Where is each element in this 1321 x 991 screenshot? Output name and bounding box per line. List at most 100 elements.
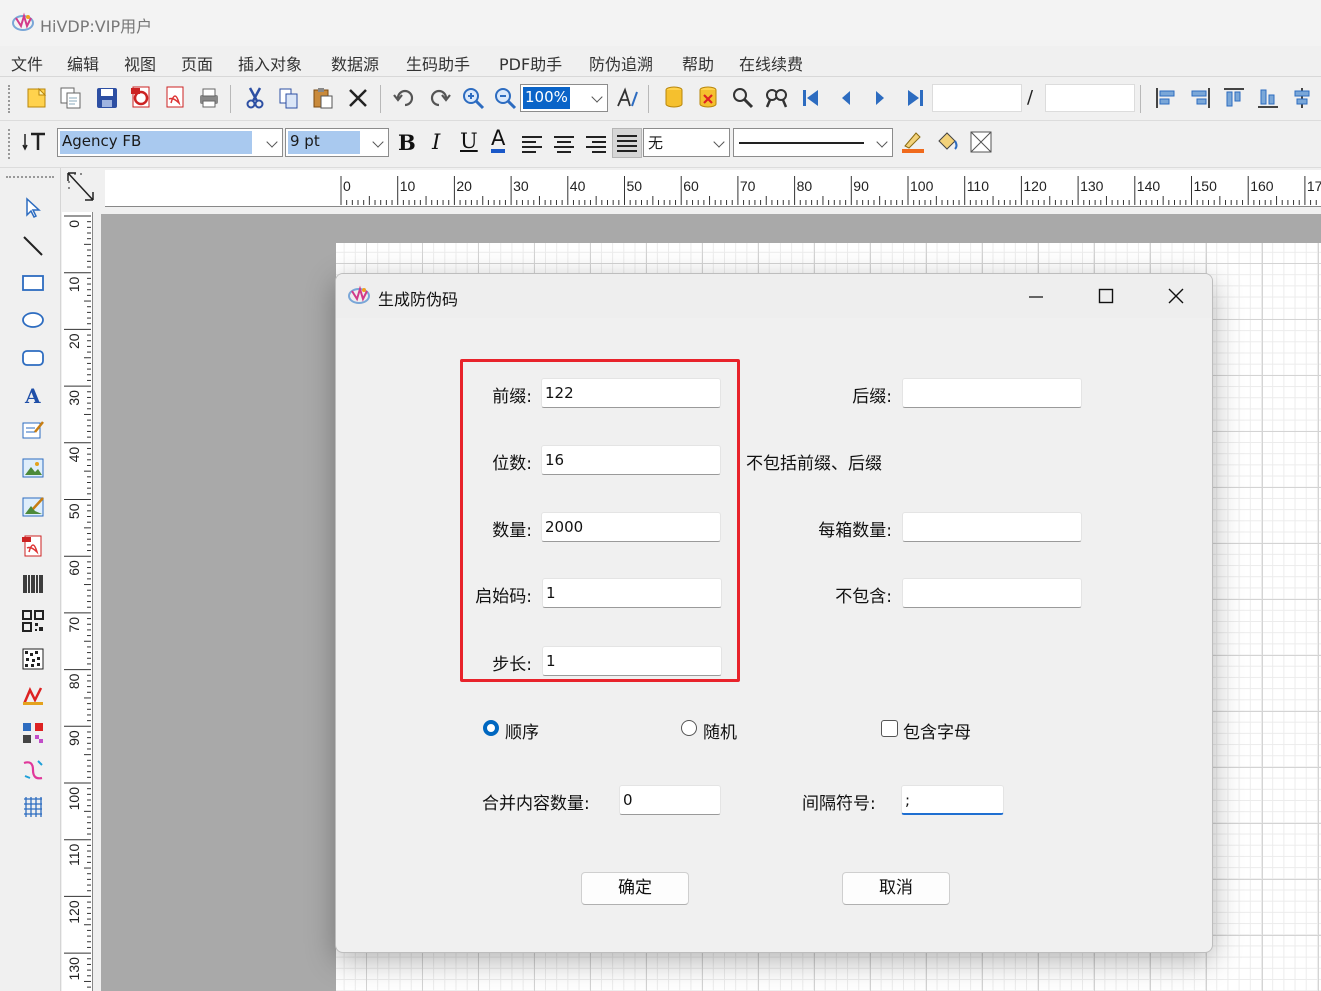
copy-page-icon[interactable] bbox=[59, 86, 83, 110]
start-code-input[interactable]: 1 bbox=[542, 578, 722, 608]
bold-button[interactable]: B bbox=[398, 130, 416, 155]
pointer-icon[interactable] bbox=[21, 196, 45, 220]
last-record-icon[interactable] bbox=[903, 86, 927, 110]
save-icon[interactable] bbox=[95, 86, 119, 110]
line-tool-icon[interactable] bbox=[21, 234, 45, 258]
line-style-select[interactable] bbox=[733, 128, 893, 157]
quantity-input[interactable]: 2000 bbox=[541, 512, 721, 542]
align-top-icon[interactable] bbox=[1222, 86, 1246, 110]
color-qr-icon[interactable] bbox=[21, 721, 45, 745]
align-text-right-icon[interactable] bbox=[584, 133, 608, 157]
merge-count-input[interactable]: 0 bbox=[619, 785, 721, 815]
cut-icon[interactable] bbox=[243, 86, 267, 110]
find-record-icon[interactable] bbox=[731, 86, 755, 110]
close-button[interactable] bbox=[1148, 274, 1204, 318]
delete-icon[interactable] bbox=[346, 86, 370, 110]
text-box-icon[interactable] bbox=[21, 418, 45, 442]
maximize-button[interactable] bbox=[1078, 274, 1134, 318]
menu-anti-counterfeit[interactable]: 防伪追溯 bbox=[589, 51, 653, 75]
zoom-out-icon[interactable] bbox=[493, 86, 517, 110]
zoom-select[interactable]: 100% bbox=[520, 84, 608, 112]
menu-pdf-helper[interactable]: PDF助手 bbox=[499, 51, 562, 75]
image-icon[interactable] bbox=[21, 456, 45, 480]
dialog-titlebar[interactable]: 生成防伪码 bbox=[336, 274, 1212, 318]
underline-button[interactable]: U bbox=[460, 129, 478, 153]
align-bottom-icon[interactable] bbox=[1256, 86, 1280, 110]
per-box-input[interactable] bbox=[902, 512, 1082, 542]
previous-record-icon[interactable] bbox=[834, 86, 858, 110]
curve-tool-icon[interactable] bbox=[21, 758, 45, 782]
no-fill-icon[interactable] bbox=[969, 130, 993, 154]
paste-icon[interactable] bbox=[311, 86, 335, 110]
align-center-icon[interactable] bbox=[1290, 86, 1314, 110]
find-all-icon[interactable] bbox=[765, 86, 789, 110]
export-pdf-icon[interactable] bbox=[129, 85, 153, 109]
exclude-input[interactable] bbox=[902, 578, 1082, 608]
step-input[interactable]: 1 bbox=[542, 646, 722, 676]
qr-code-icon[interactable] bbox=[21, 609, 45, 633]
align-text-left-icon[interactable] bbox=[520, 133, 544, 157]
menu-page[interactable]: 页面 bbox=[181, 51, 213, 75]
menu-edit[interactable]: 编辑 bbox=[67, 51, 99, 75]
menu-online-renew[interactable]: 在线续费 bbox=[739, 51, 803, 75]
align-text-center-icon[interactable] bbox=[552, 133, 576, 157]
datamatrix-icon[interactable] bbox=[21, 647, 45, 671]
font-size-select[interactable]: 9 pt bbox=[285, 128, 389, 157]
minimize-button[interactable] bbox=[1008, 274, 1064, 318]
database-delete-icon[interactable] bbox=[696, 85, 720, 109]
align-right-icon[interactable] bbox=[1188, 86, 1212, 110]
text-object-icon[interactable]: A bbox=[21, 383, 45, 407]
total-records-field[interactable] bbox=[1045, 84, 1135, 112]
fill-color-icon[interactable] bbox=[935, 129, 959, 153]
random-label[interactable]: 随机 bbox=[703, 718, 737, 743]
align-left-icon[interactable] bbox=[1154, 86, 1178, 110]
print-icon[interactable] bbox=[197, 86, 221, 110]
new-file-icon[interactable] bbox=[25, 86, 49, 110]
cancel-button[interactable]: 取消 bbox=[842, 872, 950, 905]
undo-icon[interactable] bbox=[393, 86, 417, 110]
menu-data-source[interactable]: 数据源 bbox=[331, 51, 379, 75]
current-record-field[interactable] bbox=[932, 84, 1022, 112]
menu-view[interactable]: 视图 bbox=[124, 51, 156, 75]
zoom-in-icon[interactable] bbox=[461, 86, 485, 110]
include-letters-checkbox[interactable] bbox=[881, 720, 898, 737]
chart-object-icon[interactable] bbox=[21, 684, 45, 708]
suffix-input[interactable] bbox=[902, 378, 1082, 408]
digits-input[interactable]: 16 bbox=[541, 445, 721, 475]
ellipse-tool-icon[interactable] bbox=[21, 308, 45, 332]
palette-grip[interactable] bbox=[6, 176, 54, 178]
text-tool-icon[interactable] bbox=[22, 130, 46, 154]
database-icon[interactable] bbox=[662, 85, 686, 109]
font-name-select[interactable]: Agency FB bbox=[57, 128, 283, 157]
prefix-input[interactable]: 122 bbox=[541, 378, 721, 408]
ok-button[interactable]: 确定 bbox=[581, 872, 689, 905]
include-letters-label[interactable]: 包含字母 bbox=[903, 718, 971, 743]
separator-input[interactable]: ; bbox=[901, 785, 1004, 815]
next-record-icon[interactable] bbox=[868, 86, 892, 110]
sequential-label[interactable]: 顺序 bbox=[505, 718, 539, 743]
ruler-corner[interactable] bbox=[61, 168, 101, 212]
rectangle-tool-icon[interactable] bbox=[21, 271, 45, 295]
border-select[interactable]: 无 bbox=[643, 128, 730, 157]
justify-button[interactable] bbox=[612, 128, 642, 158]
random-radio[interactable] bbox=[681, 720, 697, 736]
font-color-button[interactable]: A bbox=[491, 127, 506, 153]
menu-file[interactable]: 文件 bbox=[11, 51, 43, 75]
text-direction-icon[interactable] bbox=[615, 86, 639, 110]
redo-icon[interactable] bbox=[427, 86, 451, 110]
rounded-rectangle-tool-icon[interactable] bbox=[21, 346, 45, 370]
first-record-icon[interactable] bbox=[799, 86, 823, 110]
toolbar-grip[interactable] bbox=[8, 85, 14, 113]
copy-icon[interactable] bbox=[277, 86, 301, 110]
variable-image-icon[interactable] bbox=[21, 495, 45, 519]
pdf-object-icon[interactable] bbox=[21, 534, 45, 558]
barcode-icon[interactable] bbox=[21, 572, 45, 596]
sequential-radio[interactable] bbox=[483, 720, 499, 736]
menu-code-helper[interactable]: 生码助手 bbox=[406, 51, 470, 75]
table-tool-icon[interactable] bbox=[21, 795, 45, 819]
pdf-icon[interactable] bbox=[163, 85, 187, 109]
menu-insert-object[interactable]: 插入对象 bbox=[238, 51, 302, 75]
toolbar-grip[interactable] bbox=[8, 129, 14, 159]
line-color-icon[interactable] bbox=[901, 130, 925, 154]
italic-button[interactable]: I bbox=[432, 130, 440, 154]
